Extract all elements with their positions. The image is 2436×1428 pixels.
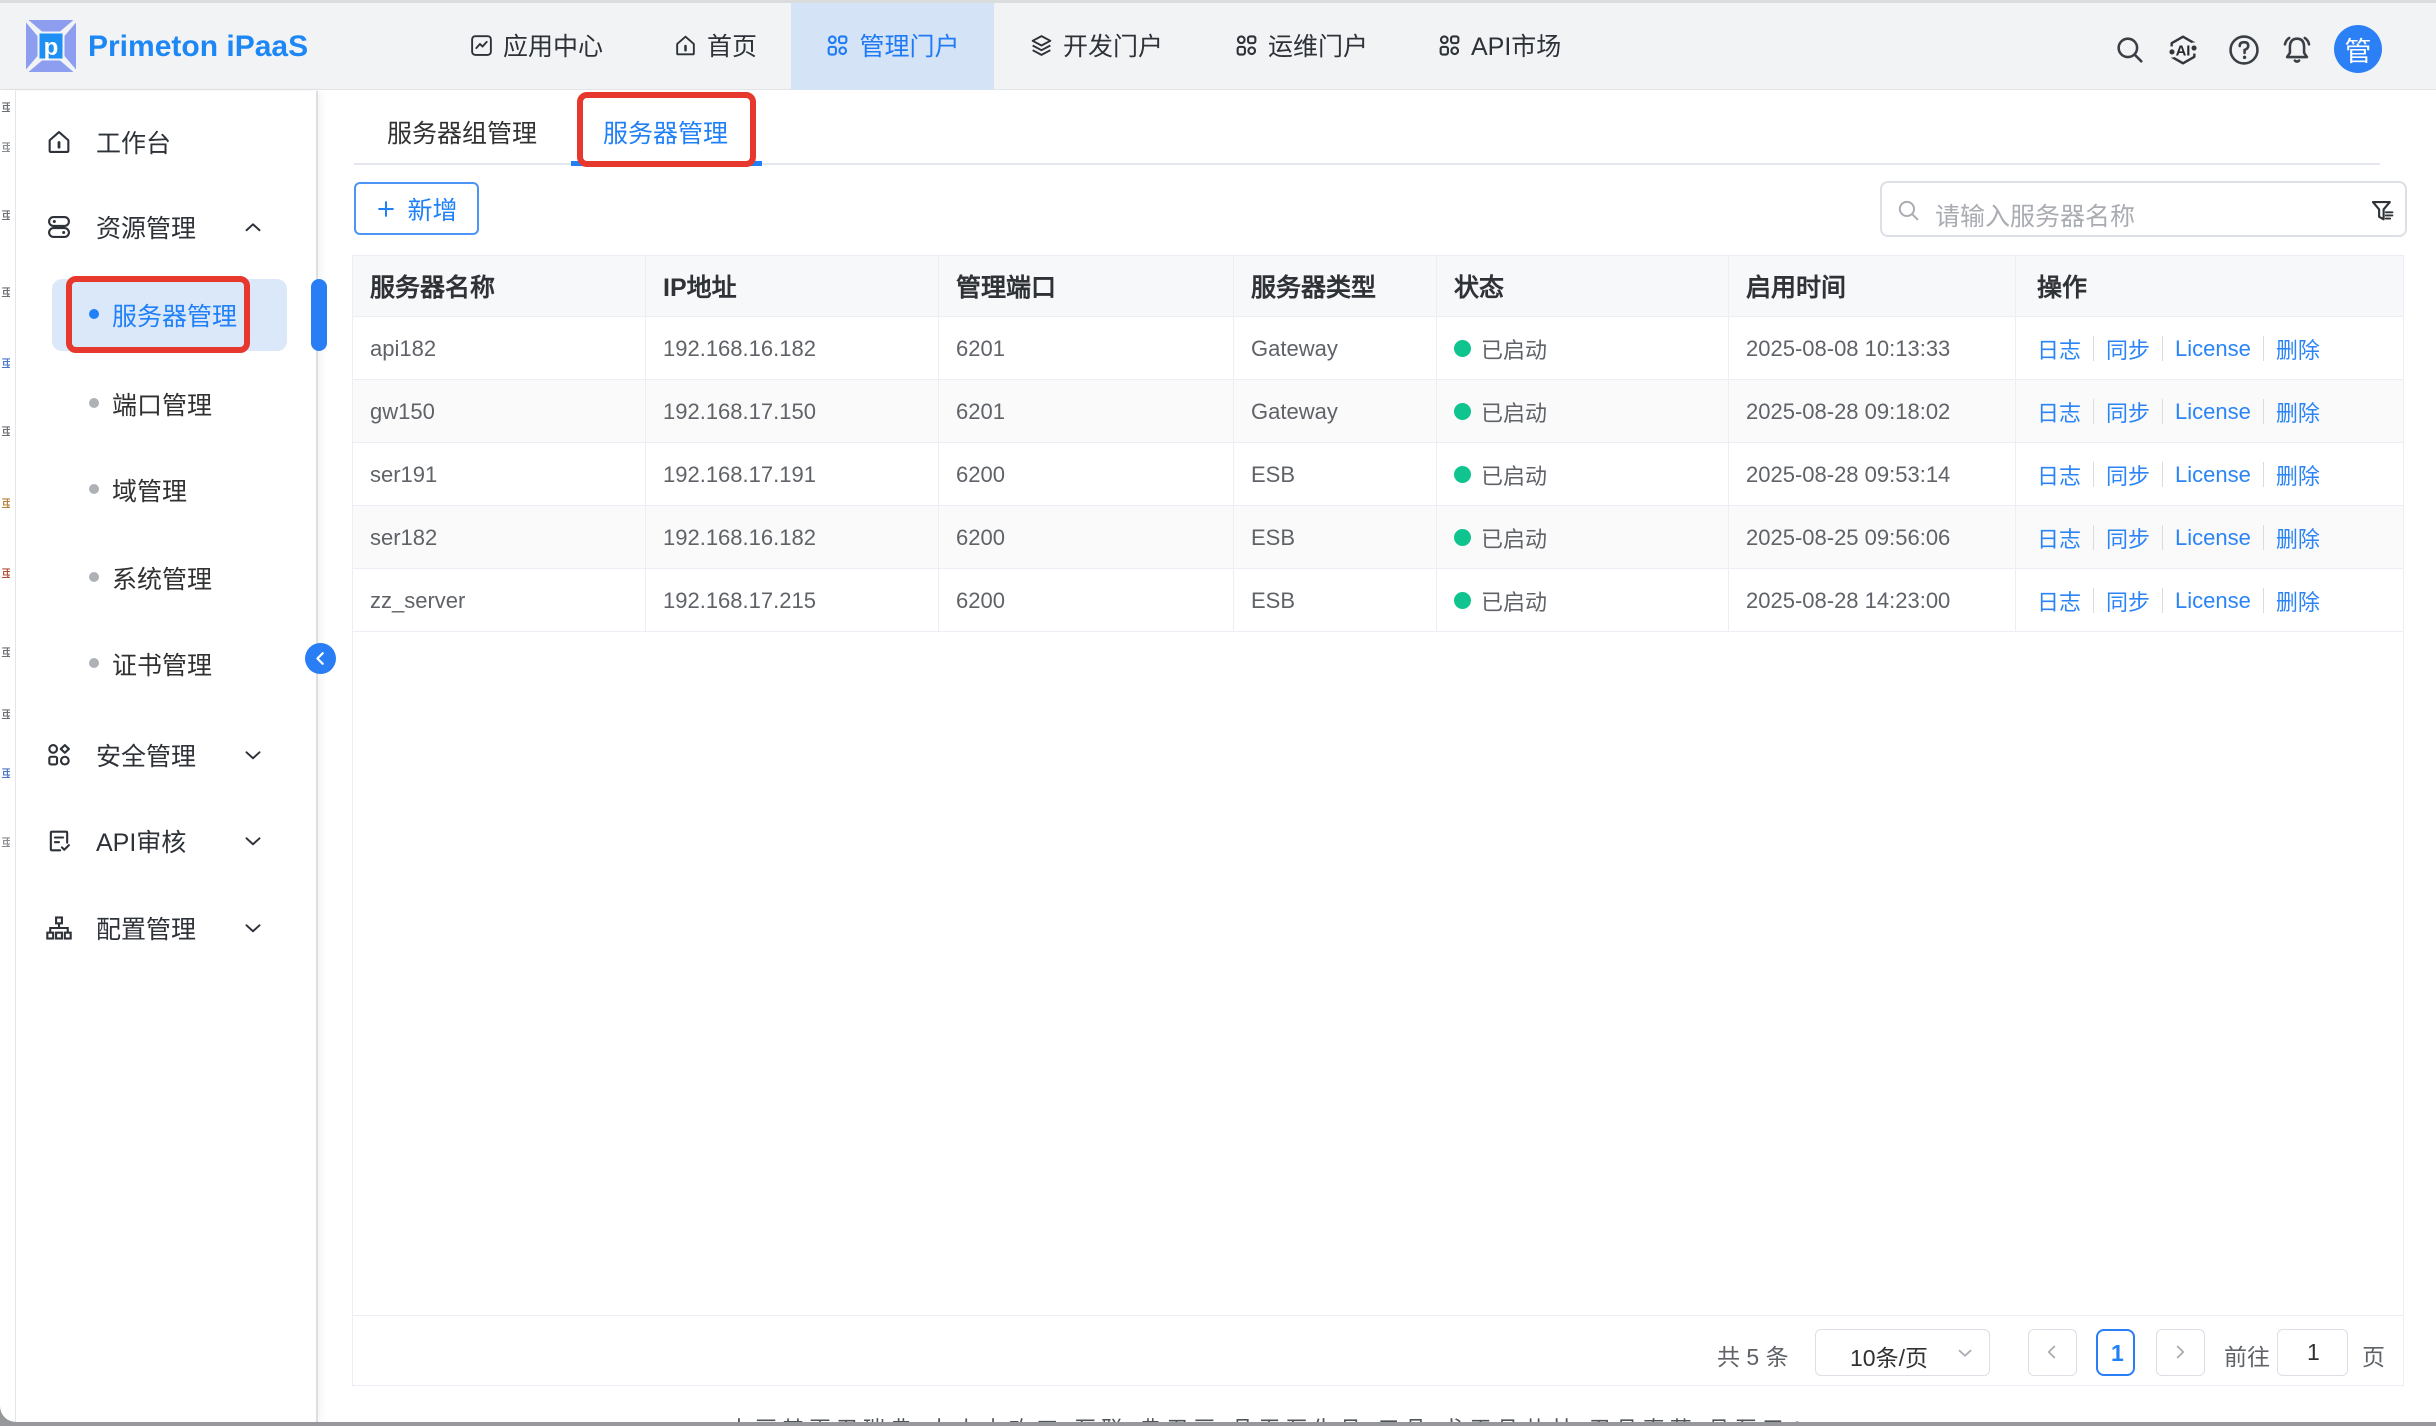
svg-text:AI: AI	[2176, 43, 2191, 59]
svg-text:p: p	[44, 34, 59, 61]
